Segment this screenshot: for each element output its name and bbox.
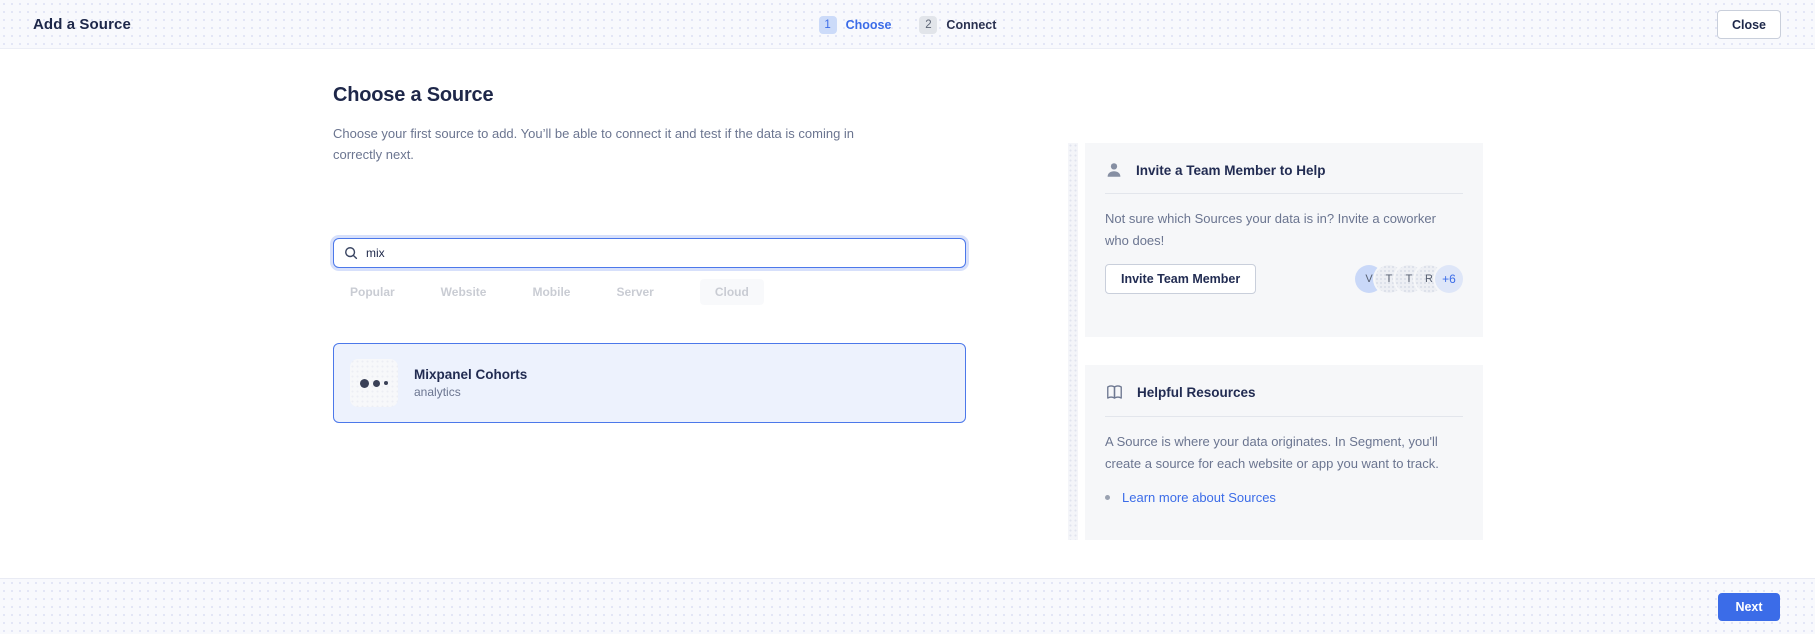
source-category: analytics xyxy=(414,385,527,399)
close-button[interactable]: Close xyxy=(1717,10,1781,39)
invite-panel-title: Invite a Team Member to Help xyxy=(1136,163,1326,178)
helpful-resources-panel: Helpful Resources A Source is where your… xyxy=(1085,365,1483,540)
resources-panel-title: Helpful Resources xyxy=(1137,385,1256,400)
sidebar-divider xyxy=(1068,143,1078,540)
bullet-icon xyxy=(1105,495,1110,500)
resources-panel-body: A Source is where your data originates. … xyxy=(1105,431,1463,474)
invite-team-panel: Invite a Team Member to Help Not sure wh… xyxy=(1085,143,1483,337)
step-label: Connect xyxy=(946,18,996,32)
step-label: Choose xyxy=(846,18,892,32)
step-number-badge: 2 xyxy=(919,16,937,34)
tab-mobile[interactable]: Mobile xyxy=(532,279,570,305)
step-choose: 1 Choose xyxy=(819,16,892,34)
modal-footer: Next xyxy=(0,578,1815,634)
resources-link-item: Learn more about Sources xyxy=(1105,490,1463,505)
next-button[interactable]: Next xyxy=(1718,593,1780,621)
resources-panel-header: Helpful Resources xyxy=(1105,383,1463,417)
wizard-steps: 1 Choose 2 Connect xyxy=(0,0,1815,49)
team-avatars: V T T R +6 xyxy=(1355,265,1463,293)
result-text: Mixpanel Cohorts analytics xyxy=(414,367,527,399)
add-source-modal: Add a Source 1 Choose 2 Connect Close Ch… xyxy=(0,0,1815,634)
tab-cloud[interactable]: Cloud xyxy=(700,279,764,305)
book-icon xyxy=(1105,383,1124,402)
search-input[interactable] xyxy=(366,246,955,260)
modal-header: Add a Source 1 Choose 2 Connect Close xyxy=(0,0,1815,49)
avatar-overflow-badge: +6 xyxy=(1435,265,1463,293)
mixpanel-dots-logo xyxy=(350,359,398,407)
page-title: Choose a Source xyxy=(333,84,493,107)
step-connect: 2 Connect xyxy=(919,16,996,34)
learn-more-sources-link[interactable]: Learn more about Sources xyxy=(1122,490,1276,505)
step-number-badge: 1 xyxy=(819,16,837,34)
resources-links: Learn more about Sources xyxy=(1105,490,1463,505)
invite-team-member-button[interactable]: Invite Team Member xyxy=(1105,264,1256,294)
tab-popular[interactable]: Popular xyxy=(350,279,395,305)
page-description: Choose your first source to add. You’ll … xyxy=(333,123,858,165)
source-name: Mixpanel Cohorts xyxy=(414,367,527,382)
invite-row: Invite Team Member V T T R +6 xyxy=(1105,264,1463,294)
invite-panel-body: Not sure which Sources your data is in? … xyxy=(1105,208,1463,251)
invite-panel-header: Invite a Team Member to Help xyxy=(1105,161,1463,194)
source-result-mixpanel-cohorts[interactable]: Mixpanel Cohorts analytics xyxy=(333,343,966,423)
category-tabs: Popular Website Mobile Server Cloud xyxy=(350,279,764,305)
tab-website[interactable]: Website xyxy=(441,279,487,305)
tab-server[interactable]: Server xyxy=(616,279,653,305)
search-icon xyxy=(344,246,358,260)
person-icon xyxy=(1105,161,1123,179)
source-search xyxy=(333,238,966,268)
main-content: Choose a Source Choose your first source… xyxy=(0,49,1815,578)
